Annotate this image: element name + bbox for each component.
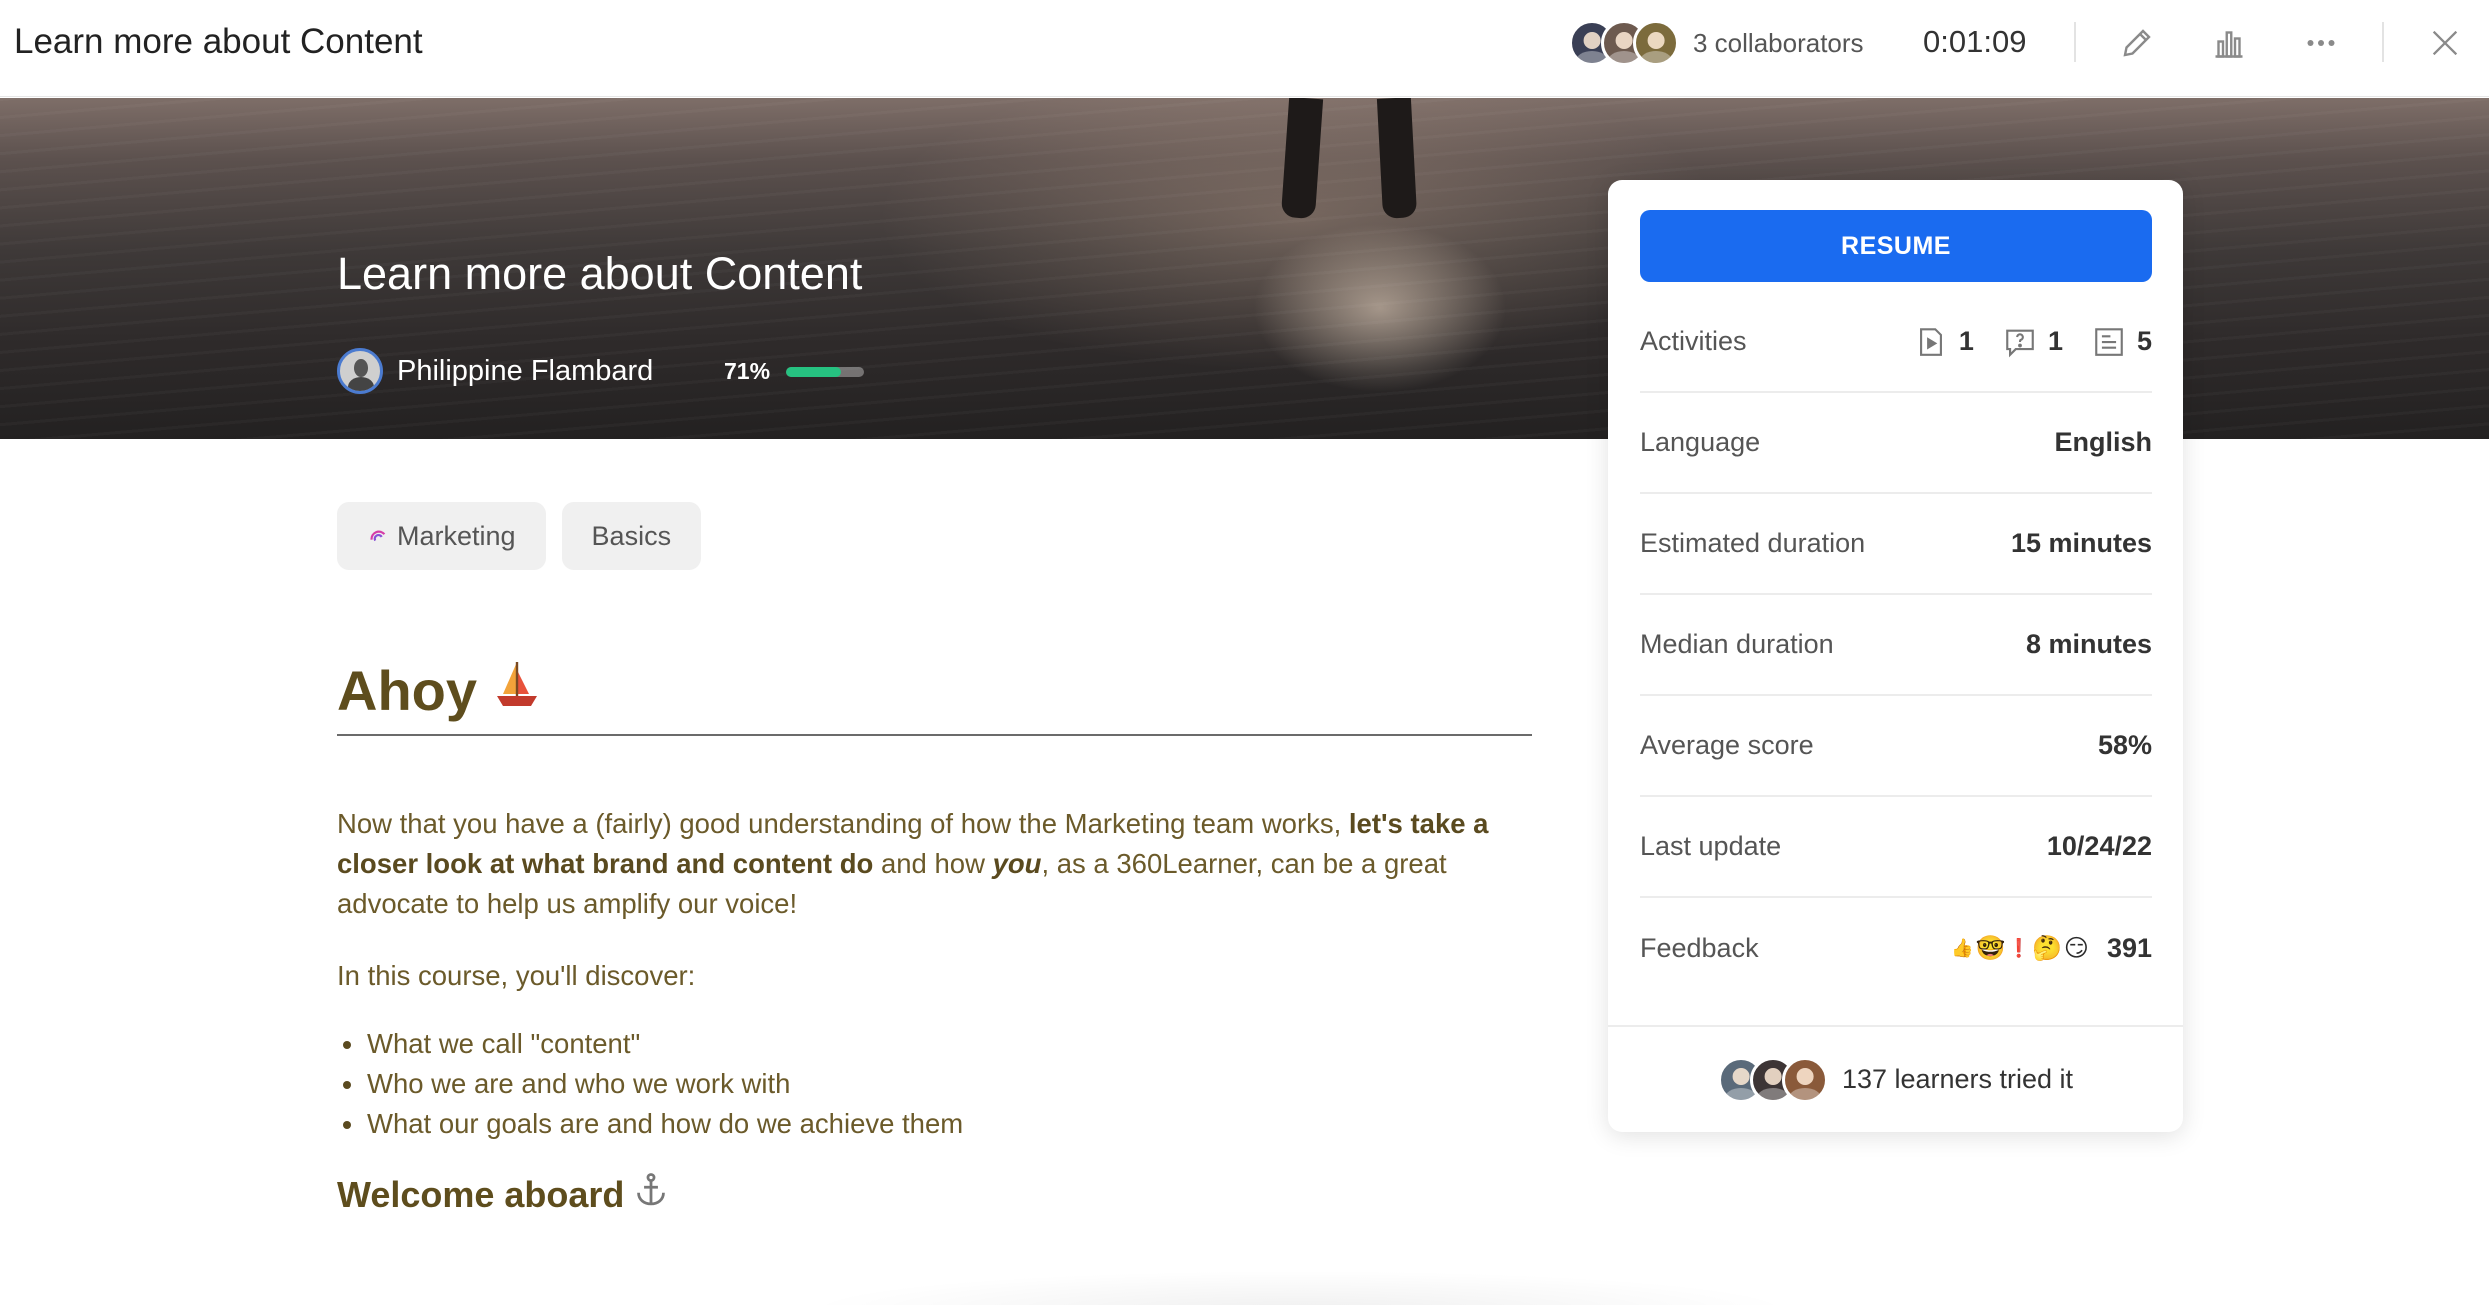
row-value: English xyxy=(2054,427,2152,457)
collaborators-label[interactable]: 3 collaborators xyxy=(1693,28,1864,59)
exclamation-icon: ❗ xyxy=(2007,938,2031,958)
question-icon xyxy=(2002,324,2038,360)
course-description: Ahoy Now that you have a (fairly) good u… xyxy=(337,650,1532,1215)
topic-list: What we call "content" Who we are and wh… xyxy=(342,1024,963,1144)
tag-marketing[interactable]: Marketing xyxy=(337,502,546,570)
heading-text: Ahoy xyxy=(337,658,477,722)
list-item: Who we are and who we work with xyxy=(342,1064,963,1104)
top-bar: Learn more about Content 3 collaborators… xyxy=(0,0,2489,97)
tag-list: Marketing Basics xyxy=(337,502,702,570)
author[interactable]: Philippine Flambard xyxy=(337,348,653,394)
list-item: What our goals are and how do we achieve… xyxy=(342,1104,963,1144)
author-name[interactable]: Philippine Flambard xyxy=(397,355,653,388)
timer: 0:01:09 xyxy=(1923,24,2027,59)
course-progress: 71% xyxy=(724,358,865,385)
video-count: 1 xyxy=(1958,326,1974,356)
feedback-count: 391 xyxy=(2106,933,2152,963)
thumbs-up-icon: 👍 xyxy=(1951,938,1974,958)
feedback-row[interactable]: Feedback 👍 🤓 ❗ 🤔 😏 391 xyxy=(1640,898,2152,999)
heading-divider xyxy=(337,734,1532,736)
collaborator-avatars xyxy=(1569,20,1679,66)
language-row: Language English xyxy=(1640,393,2152,494)
activities-row: Activities 1 1 5 xyxy=(1640,292,2152,393)
welcome-heading: Welcome aboard xyxy=(337,1172,668,1217)
last-update-row: Last update 10/24/22 xyxy=(1640,797,2152,898)
activities-label: Activities xyxy=(1640,326,1747,356)
thinking-face-icon: 🤔 xyxy=(2032,935,2062,962)
row-label: Estimated duration xyxy=(1640,528,1866,558)
bottom-fade xyxy=(800,1270,1800,1305)
avatar xyxy=(1781,1056,1828,1103)
more-icon[interactable] xyxy=(2300,22,2342,64)
list-item: What we call "content" xyxy=(342,1024,963,1064)
stats-icon[interactable] xyxy=(2208,22,2250,64)
median-duration-row: Median duration 8 minutes xyxy=(1640,595,2152,696)
collaborators[interactable]: 3 collaborators xyxy=(1569,18,1864,68)
nerd-face-icon: 🤓 xyxy=(1975,935,2006,962)
tag-label: Marketing xyxy=(397,520,516,551)
row-value: 10/24/22 xyxy=(2046,831,2152,861)
tag-label: Basics xyxy=(591,520,672,551)
feedback-label: Feedback xyxy=(1640,933,1759,963)
hero-image-figure xyxy=(1280,98,1445,220)
marketing-icon xyxy=(370,530,386,542)
close-icon[interactable] xyxy=(2424,22,2466,64)
progress-bar xyxy=(786,366,865,377)
anchor-icon xyxy=(634,1172,668,1217)
row-value: 15 minutes xyxy=(2010,528,2152,558)
author-avatar xyxy=(337,348,383,394)
row-value: 8 minutes xyxy=(2025,629,2152,659)
hero-title: Learn more about Content xyxy=(337,248,863,299)
progress-fill xyxy=(786,366,842,377)
edit-icon[interactable] xyxy=(2116,22,2158,64)
sailboat-icon xyxy=(493,658,541,723)
estimated-duration-row: Estimated duration 15 minutes xyxy=(1640,494,2152,595)
activities-counts: 1 1 5 xyxy=(1913,324,2152,360)
row-label: Language xyxy=(1640,427,1761,457)
tag-basics[interactable]: Basics xyxy=(561,502,702,570)
progress-label: 71% xyxy=(724,358,771,384)
row-value: 58% xyxy=(2097,730,2152,760)
content-heading: Ahoy xyxy=(337,650,1532,730)
learners-label[interactable]: 137 learners tried it xyxy=(1842,1064,2073,1095)
course-title: Learn more about Content xyxy=(14,22,423,61)
intro-paragraph: Now that you have a (fairly) good unders… xyxy=(337,808,1489,919)
row-label: Average score xyxy=(1640,730,1814,760)
text-icon xyxy=(2091,324,2127,360)
subheading-text: Welcome aboard xyxy=(337,1173,625,1215)
course-info-card: RESUME Activities 1 1 5 Language English… xyxy=(1608,180,2183,1132)
feedback-emojis: 👍 🤓 ❗ 🤔 😏 xyxy=(1951,934,2089,963)
average-score-row: Average score 58% xyxy=(1640,696,2152,797)
resume-button[interactable]: RESUME xyxy=(1640,210,2152,282)
learner-avatars xyxy=(1717,1056,1828,1103)
row-label: Last update xyxy=(1640,831,1782,861)
row-label: Median duration xyxy=(1640,629,1834,659)
question-count: 1 xyxy=(2047,326,2063,356)
discover-paragraph: In this course, you'll discover: xyxy=(337,960,696,991)
text-count: 5 xyxy=(2136,326,2152,356)
learners-tried[interactable]: 137 learners tried it xyxy=(1608,1025,2183,1132)
divider xyxy=(2382,22,2384,62)
feedback-summary[interactable]: 👍 🤓 ❗ 🤔 😏 391 xyxy=(1951,933,2152,964)
smirk-face-icon: 😏 xyxy=(2063,935,2089,962)
divider xyxy=(2074,22,2076,62)
avatar xyxy=(1633,20,1679,66)
video-icon xyxy=(1913,324,1949,360)
